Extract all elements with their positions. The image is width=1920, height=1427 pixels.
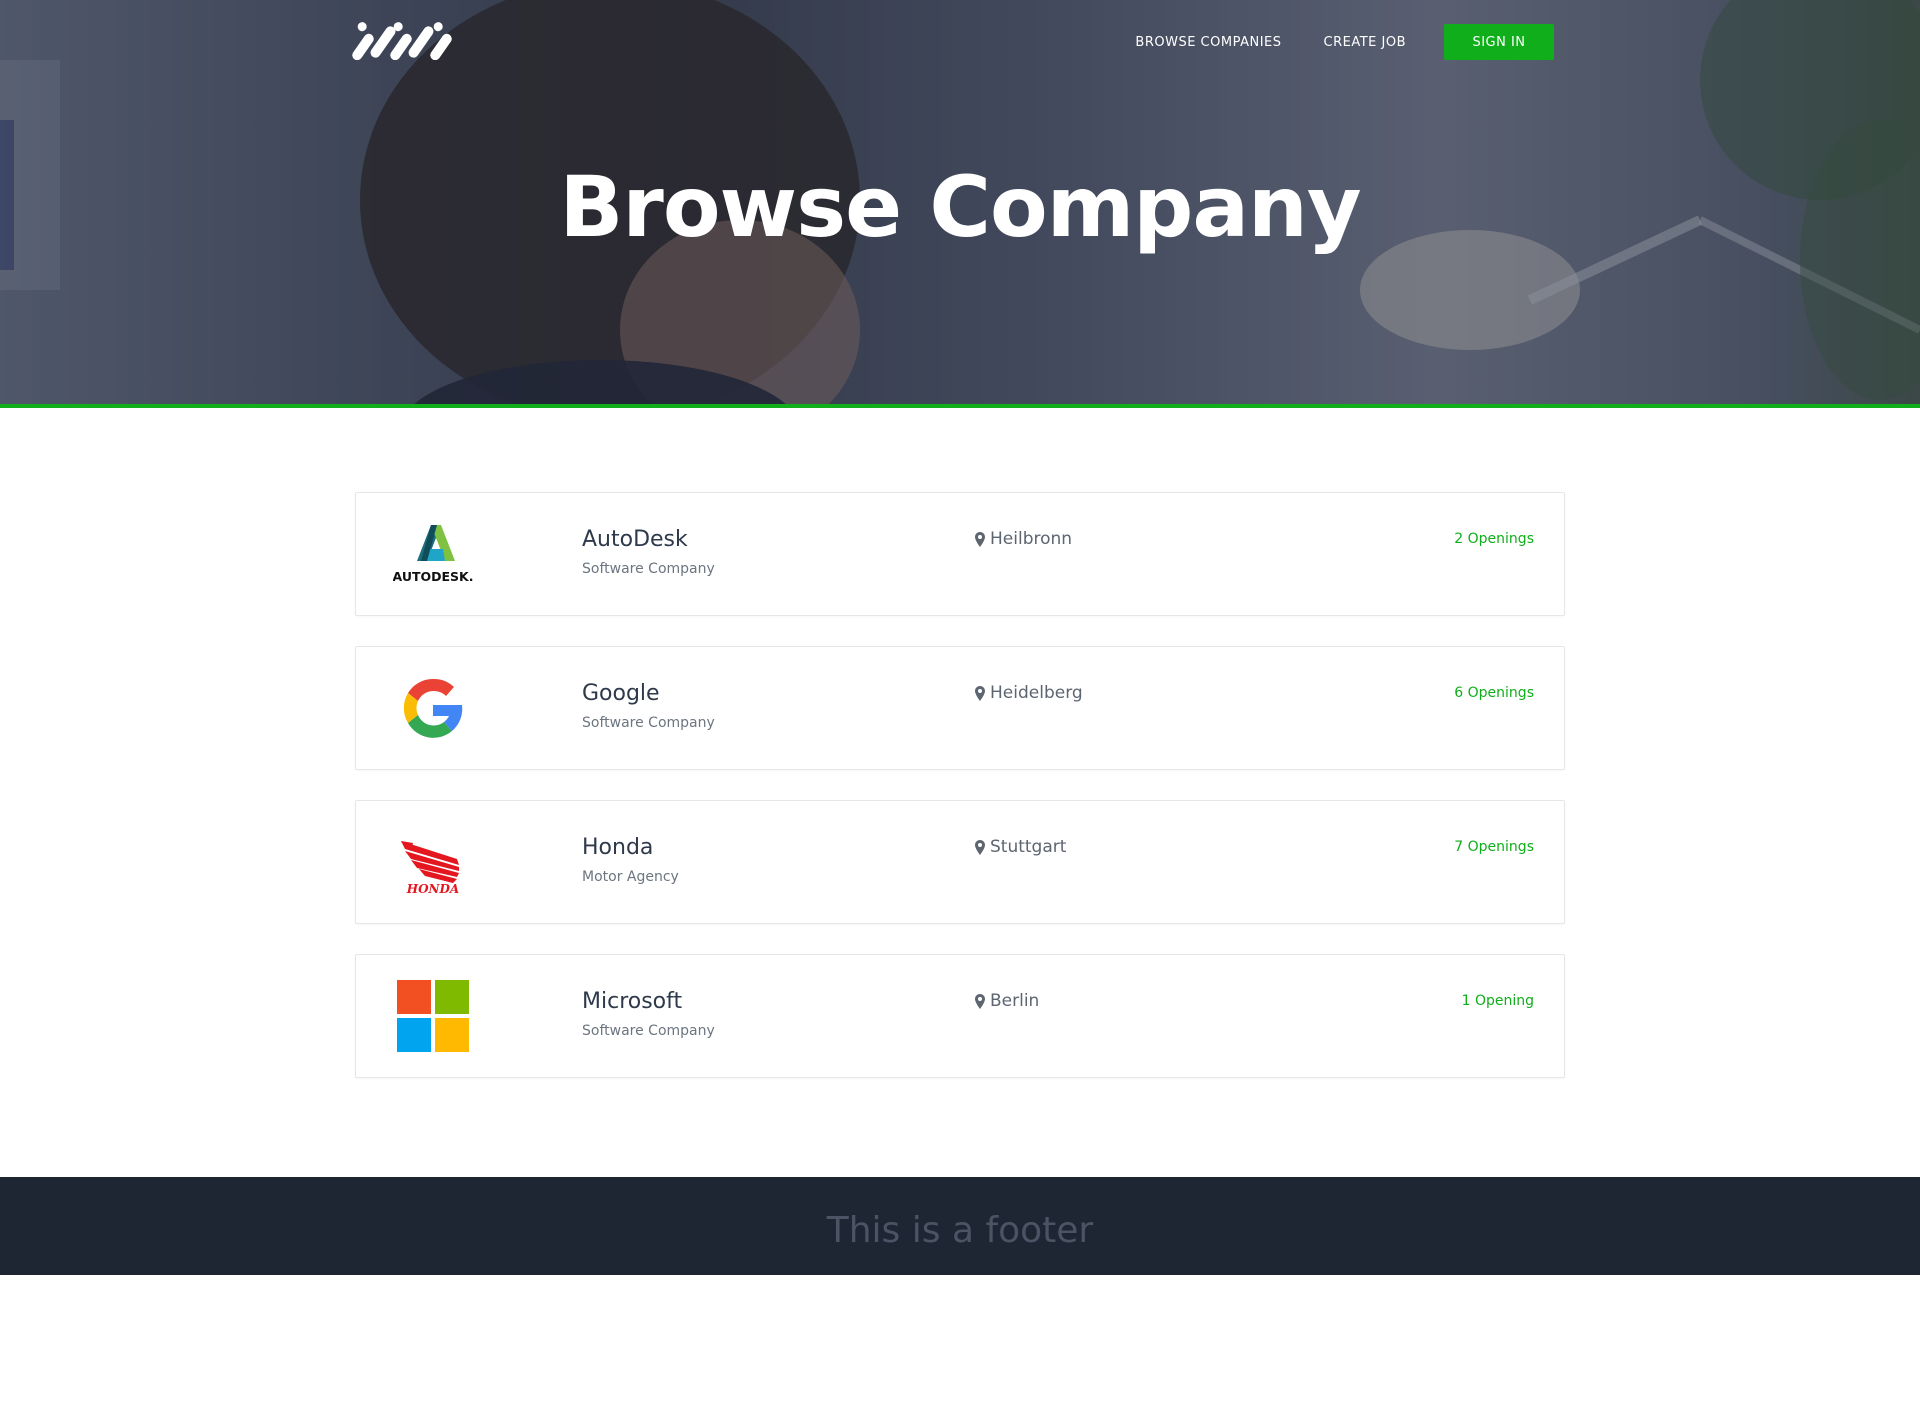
site-logo-icon[interactable] bbox=[352, 14, 462, 60]
company-card-honda[interactable]: HONDA Honda Motor Agency Stuttgart 7 Ope… bbox=[355, 800, 1565, 924]
location-text: Heidelberg bbox=[990, 683, 1083, 703]
page-footer: This is a footer bbox=[0, 1177, 1920, 1275]
sign-in-button[interactable]: SIGN IN bbox=[1444, 24, 1554, 60]
company-location: Stuttgart bbox=[975, 837, 1066, 857]
company-type: Software Company bbox=[582, 715, 715, 731]
map-pin-icon bbox=[975, 993, 985, 1009]
company-card-google[interactable]: Google Software Company Heidelberg 6 Ope… bbox=[355, 646, 1565, 770]
company-location: Heidelberg bbox=[975, 683, 1083, 703]
location-text: Stuttgart bbox=[990, 837, 1067, 857]
company-location: Berlin bbox=[975, 991, 1039, 1011]
company-card-microsoft[interactable]: Microsoft Software Company Berlin 1 Open… bbox=[355, 954, 1565, 1078]
company-type: Software Company bbox=[582, 561, 715, 577]
google-logo bbox=[393, 670, 473, 746]
company-name[interactable]: AutoDesk bbox=[582, 527, 688, 552]
openings-link[interactable]: 6 Openings bbox=[1454, 685, 1534, 701]
company-name[interactable]: Microsoft bbox=[582, 989, 682, 1014]
location-text: Berlin bbox=[990, 991, 1040, 1011]
autodesk-logo: AUTODESK. bbox=[393, 516, 473, 592]
company-type: Software Company bbox=[582, 1023, 715, 1039]
top-navigation: BROWSE COMPANIES CREATE JOB SIGN IN bbox=[1135, 24, 1554, 60]
company-name[interactable]: Honda bbox=[582, 835, 653, 860]
map-pin-icon bbox=[975, 685, 985, 701]
nav-create-job[interactable]: CREATE JOB bbox=[1324, 35, 1406, 50]
company-type: Motor Agency bbox=[582, 869, 679, 885]
nav-browse-companies[interactable]: BROWSE COMPANIES bbox=[1135, 35, 1281, 50]
company-name[interactable]: Google bbox=[582, 681, 660, 706]
svg-text:AUTODESK.: AUTODESK. bbox=[393, 569, 473, 584]
company-list: AUTODESK. AutoDesk Software Company Heil… bbox=[355, 492, 1565, 1108]
openings-link[interactable]: 7 Openings bbox=[1454, 839, 1534, 855]
svg-text:HONDA: HONDA bbox=[406, 882, 459, 895]
footer-text: This is a footer bbox=[826, 1209, 1094, 1251]
hero-banner: BROWSE COMPANIES CREATE JOB SIGN IN Brow… bbox=[0, 0, 1920, 408]
location-text: Heilbronn bbox=[990, 529, 1073, 549]
openings-link[interactable]: 1 Opening bbox=[1462, 993, 1534, 1009]
page-title: Browse Company bbox=[559, 158, 1361, 256]
company-card-autodesk[interactable]: AUTODESK. AutoDesk Software Company Heil… bbox=[355, 492, 1565, 616]
company-location: Heilbronn bbox=[975, 529, 1072, 549]
map-pin-icon bbox=[975, 531, 985, 547]
microsoft-logo bbox=[393, 978, 473, 1054]
honda-logo: HONDA bbox=[393, 824, 473, 900]
map-pin-icon bbox=[975, 839, 985, 855]
openings-link[interactable]: 2 Openings bbox=[1454, 531, 1534, 547]
